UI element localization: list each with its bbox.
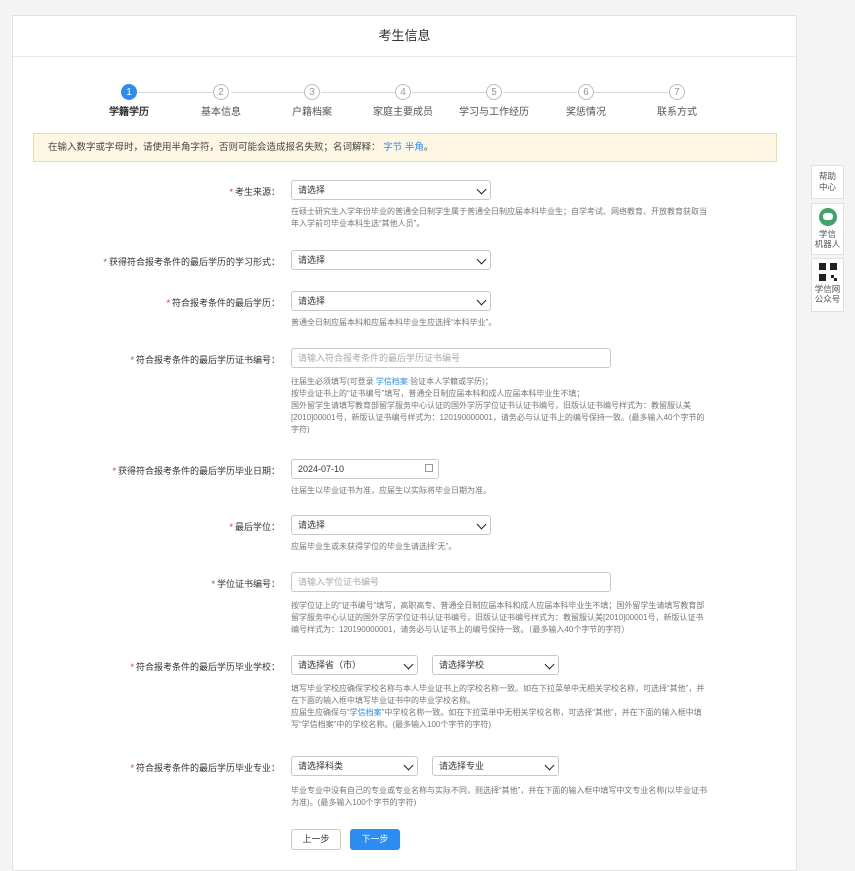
chevron-down-icon <box>476 254 487 265</box>
step-5[interactable]: 5 学习与工作经历 <box>449 84 539 118</box>
prev-step-button[interactable]: 上一步 <box>291 829 341 850</box>
step-label: 户籍档案 <box>292 107 332 118</box>
help-label-line1: 帮助 <box>818 171 836 181</box>
step-progress: 1 学籍学历 2 基本信息 3 户籍档案 4 家庭主要成员 5 学习与工作经历 … <box>13 84 798 124</box>
grad-date-label: * 获得符合报考条件的最后学历毕业日期： <box>112 466 280 476</box>
step-label: 学籍学历 <box>109 107 149 118</box>
major-select[interactable]: 请选择专业 <box>432 756 559 776</box>
last-degree-label: * 符合报考条件的最后学历： <box>166 298 280 308</box>
cert-no-input[interactable]: 请输入符合报考条件的最后学历证书编号 <box>291 348 611 368</box>
calendar-icon <box>425 464 433 472</box>
step-label: 联系方式 <box>657 107 697 118</box>
cert-no-hint: 往届生必须填写(可登录 学信档案 验证本人学籍或学历)； 按毕业证书上的“证书编… <box>291 377 705 434</box>
step-label: 基本信息 <box>201 107 241 118</box>
step-number: 3 <box>304 84 320 100</box>
school-label: * 符合报考条件的最后学历毕业学校： <box>130 662 280 672</box>
chevron-down-icon <box>403 659 414 670</box>
last-degree-select[interactable]: 请选择 <box>291 291 491 311</box>
notice-text: 在输入数字或字母时，请使用半角字符，否则可能会造成报名失败；名词解释： <box>48 142 381 153</box>
school-hint: 填写毕业学校应确保学校名称与本人毕业证书上的学校名称一致。如在下拉菜单中无相关学… <box>291 684 705 729</box>
chevron-down-icon <box>476 295 487 306</box>
qr-code-icon <box>818 263 837 281</box>
last-degree-hint: 普通全日制应届本科和应届本科毕业生应选择“本科毕业”。 <box>291 318 497 327</box>
step-number: 2 <box>213 84 229 100</box>
page-title: 考生信息 <box>13 16 796 57</box>
degree-cert-label: * 学位证书编号： <box>211 579 280 589</box>
study-form-label: * 获得符合报考条件的最后学历的学习形式： <box>103 257 280 267</box>
chevron-down-icon <box>476 519 487 530</box>
step-1[interactable]: 1 学籍学历 <box>84 84 174 118</box>
degree-cert-input[interactable]: 请输入学位证书编号 <box>291 572 611 592</box>
chevron-down-icon <box>544 659 555 670</box>
grad-date-hint: 往届生以毕业证书为准，应届生以实际将毕业日期为准。 <box>291 486 491 495</box>
step-number: 6 <box>578 84 594 100</box>
cert-no-label: * 符合报考条件的最后学历证书编号： <box>130 355 280 365</box>
step-3[interactable]: 3 户籍档案 <box>267 84 357 118</box>
robot-label-line2: 机器人 <box>814 239 841 249</box>
byte-link[interactable]: 字节 <box>383 142 402 153</box>
halfwidth-link[interactable]: 半角 <box>405 142 424 153</box>
step-6[interactable]: 6 奖惩情况 <box>541 84 631 118</box>
step-7[interactable]: 7 联系方式 <box>632 84 722 118</box>
step-number: 4 <box>395 84 411 100</box>
chevron-down-icon <box>403 760 414 771</box>
major-hint: 毕业专业中没有自己的专业或专业名称与实际不同，则选择“其他”，并在下面的输入框中… <box>291 786 707 807</box>
school-select[interactable]: 请选择学校 <box>432 655 559 675</box>
major-label: * 符合报考条件的最后学历毕业专业： <box>130 763 280 773</box>
degree-hint: 应届毕业生或未获得学位的毕业生请选择“无”。 <box>291 542 457 551</box>
degree-select[interactable]: 请选择 <box>291 515 491 535</box>
exam-info-card: 考生信息 1 学籍学历 2 基本信息 3 户籍档案 4 家庭主要成员 5 学习与… <box>12 15 797 871</box>
qr-label-line1: 学信网 <box>814 284 841 294</box>
help-label-line2: 中心 <box>818 182 836 192</box>
chevron-down-icon <box>544 760 555 771</box>
next-step-button[interactable]: 下一步 <box>350 829 400 850</box>
step-number: 5 <box>486 84 502 100</box>
province-select[interactable]: 请选择省（市） <box>291 655 418 675</box>
degree-cert-hint: 按学位证上的“证书编号”填写，高职高专、普通全日制应届本科和成人应届本科毕业生不… <box>291 601 705 634</box>
wechat-qr-button[interactable]: 学信网 公众号 <box>811 258 844 312</box>
category-select[interactable]: 请选择科类 <box>291 756 418 776</box>
step-label: 家庭主要成员 <box>373 107 433 118</box>
study-form-select[interactable]: 请选择 <box>291 250 491 270</box>
help-center-button[interactable]: 帮助 中心 <box>811 165 844 199</box>
halfwidth-notice: 在输入数字或字母时，请使用半角字符，否则可能会造成报名失败；名词解释： 字节 半… <box>33 133 777 162</box>
step-label: 奖惩情况 <box>566 107 606 118</box>
source-hint: 在硕士研究生入学年份毕业的普通全日制学生属于普通全日制应届本科毕业生；自学考试、… <box>291 207 707 228</box>
xuexin-archive-link[interactable]: 学信档案 <box>376 377 408 386</box>
step-label: 学习与工作经历 <box>459 107 529 118</box>
grad-date-input[interactable]: 2024-07-10 <box>291 459 439 479</box>
source-select[interactable]: 请选择 <box>291 180 491 200</box>
step-2[interactable]: 2 基本信息 <box>176 84 266 118</box>
robot-button[interactable]: 学信 机器人 <box>811 203 844 255</box>
step-4[interactable]: 4 家庭主要成员 <box>358 84 448 118</box>
notice-tail: 。 <box>423 142 434 153</box>
robot-icon <box>818 208 837 226</box>
qr-label-line2: 公众号 <box>814 294 841 304</box>
step-number: 7 <box>669 84 685 100</box>
robot-label-line1: 学信 <box>818 229 836 239</box>
source-label: * 考生来源： <box>229 187 280 197</box>
step-number: 1 <box>121 84 137 100</box>
degree-label: * 最后学位： <box>229 522 280 532</box>
xuexin-archive-link[interactable]: 学信档案 <box>350 708 382 717</box>
chevron-down-icon <box>476 184 487 195</box>
